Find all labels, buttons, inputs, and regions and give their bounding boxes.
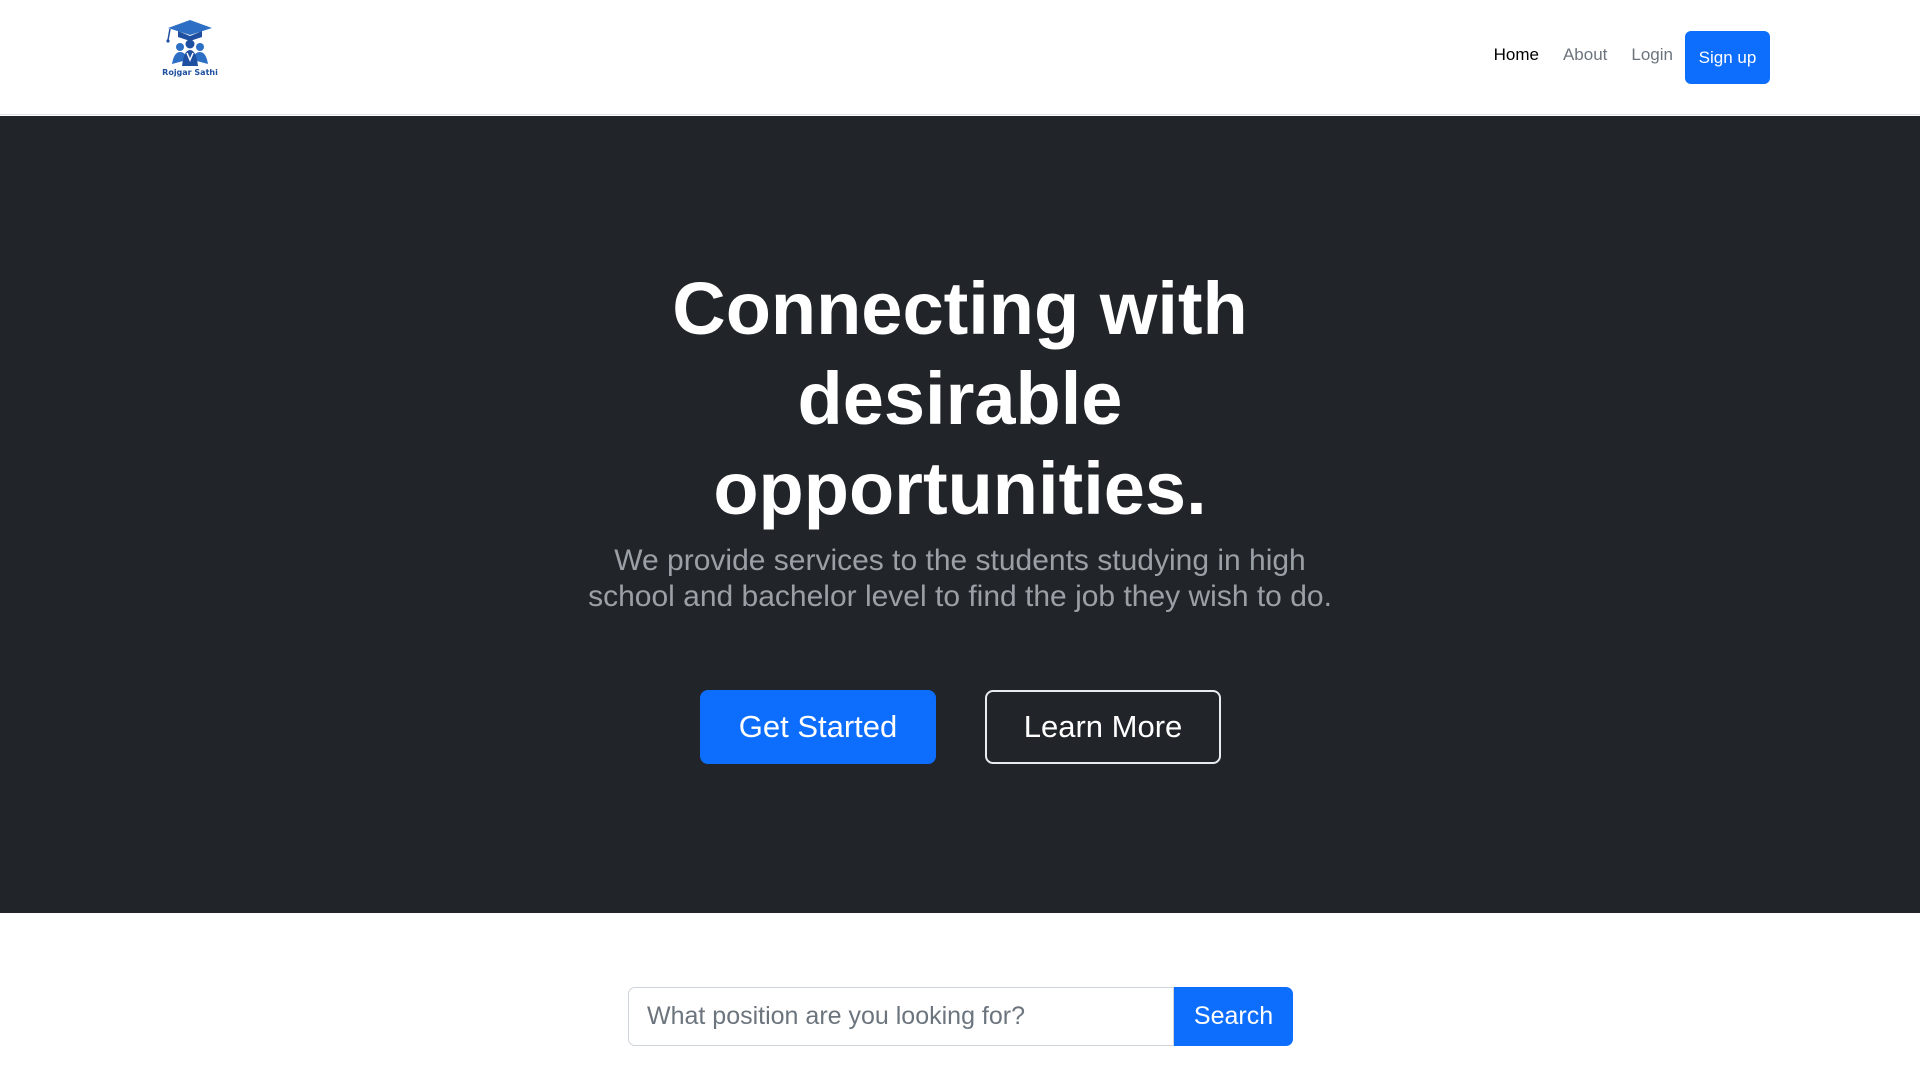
brand-logo-text: Rojgar Sathi <box>162 68 218 77</box>
graduation-cap-people-icon <box>166 20 212 66</box>
get-started-button[interactable]: Get Started <box>700 690 936 764</box>
nav-item-home[interactable]: Home <box>1482 45 1551 65</box>
brand-logo[interactable]: Rojgar Sathi <box>160 20 220 82</box>
nav-links: Home About Login Sign up <box>1482 31 1770 84</box>
hero-section: Connecting with desirable opportunities.… <box>0 116 1920 913</box>
nav-item-login[interactable]: Login <box>1619 45 1685 65</box>
navbar: Rojgar Sathi Home About Login Sign up <box>0 0 1920 115</box>
nav-item-about[interactable]: About <box>1551 45 1619 65</box>
learn-more-button[interactable]: Learn More <box>985 690 1221 764</box>
search-button[interactable]: Search <box>1174 987 1293 1046</box>
position-search-input[interactable] <box>628 987 1174 1046</box>
hero-subtitle: We provide services to the students stud… <box>588 544 1332 613</box>
job-search-bar: Search <box>628 987 1293 1046</box>
signup-button[interactable]: Sign up <box>1685 31 1770 84</box>
hero-title: Connecting with desirable opportunities. <box>672 267 1248 530</box>
